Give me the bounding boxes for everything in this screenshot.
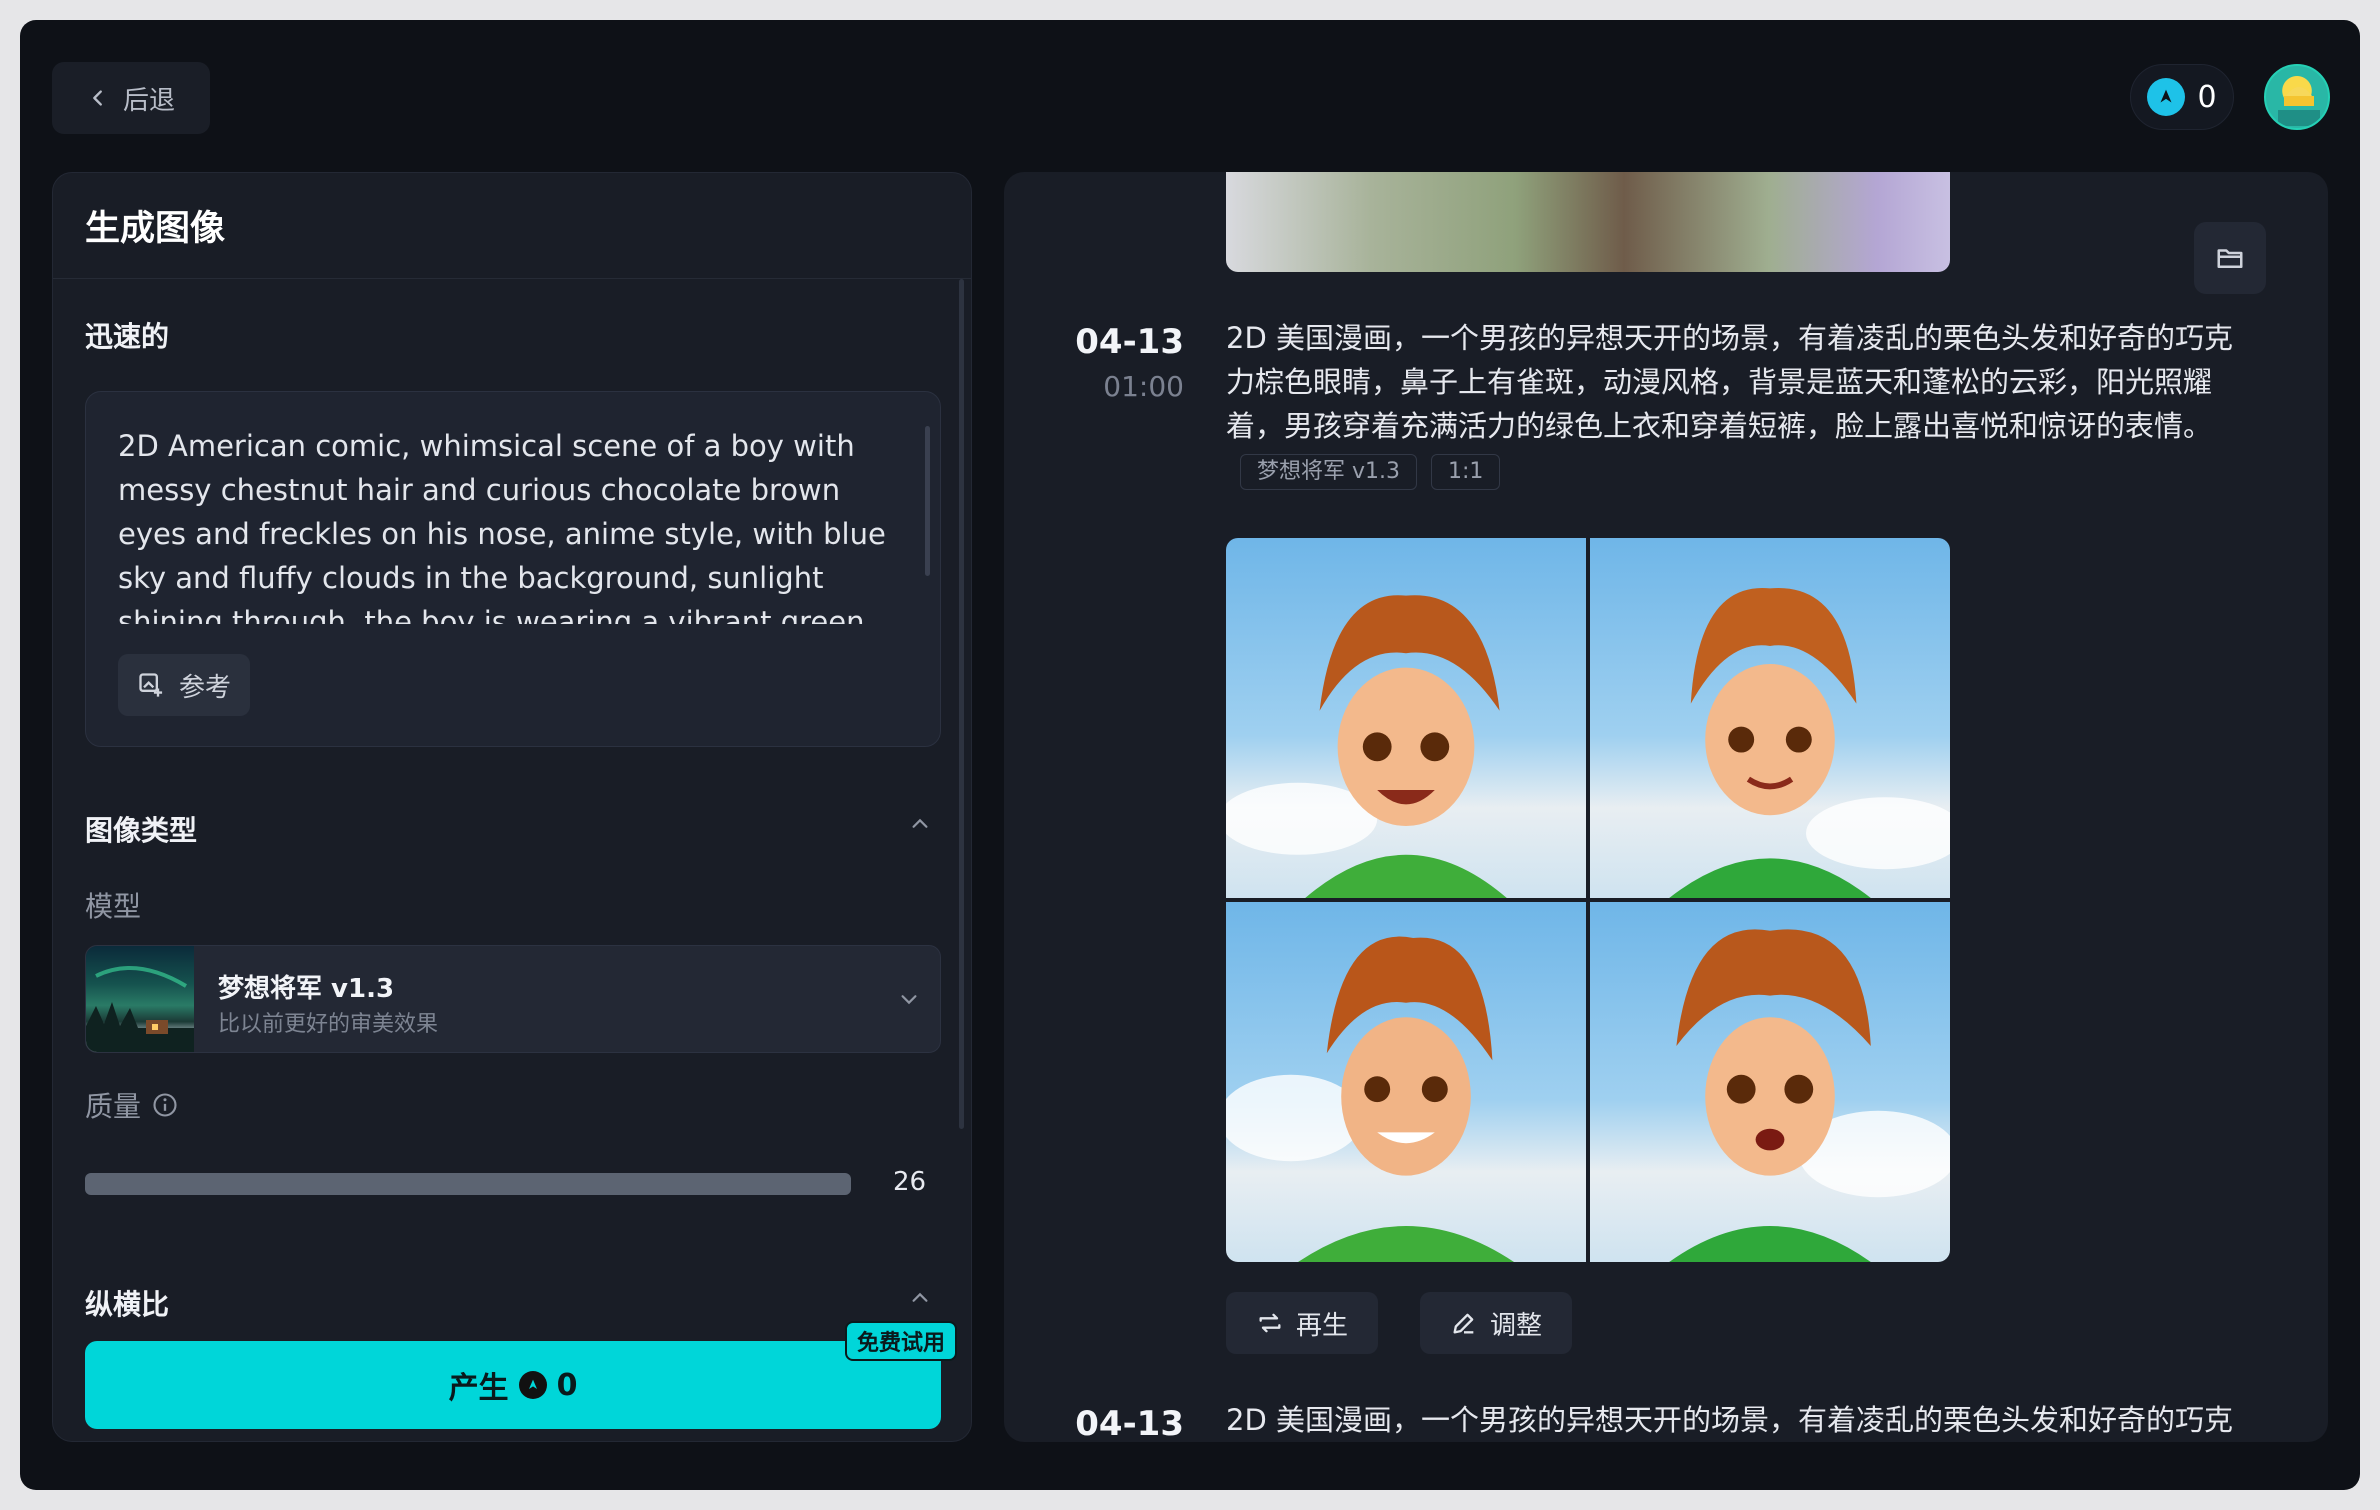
generate-cost: 0: [556, 1367, 578, 1403]
regenerate-button[interactable]: 再生: [1226, 1292, 1379, 1354]
model-description: 比以前更好的审美效果: [218, 1012, 439, 1037]
model-thumbnail: [86, 946, 194, 1052]
panel-title: 生成图像: [53, 173, 971, 279]
back-label: 后退: [122, 85, 175, 116]
chevron-up-icon[interactable]: [909, 813, 931, 835]
history-feed: 04-13 01:00 2D 美国漫画，一个男孩的异想天开的场景，有着凌乱的栗色…: [1004, 172, 2328, 1442]
aspect-ratio-label: 纵横比: [85, 1288, 170, 1321]
credits-counter[interactable]: 0: [2130, 64, 2234, 130]
prompt-section-label: 迅速的: [85, 320, 170, 353]
result-image-4[interactable]: [1590, 902, 1950, 1262]
image-type-label: 图像类型: [85, 814, 198, 847]
model-name: 梦想将军 v1.3: [218, 974, 395, 1004]
info-icon[interactable]: [151, 1091, 179, 1119]
regenerate-label: 再生: [1296, 1310, 1349, 1341]
generate-button[interactable]: 产生 0: [85, 1341, 941, 1429]
credit-icon: [518, 1371, 547, 1399]
quality-label: 质量: [85, 1085, 179, 1125]
entry-time: 01:00: [1103, 370, 1184, 403]
credit-icon: [2147, 78, 2186, 116]
entry-date: 04-13: [1075, 322, 1184, 362]
generate-panel: 生成图像 迅速的 2D American comic, whimsical sc…: [52, 172, 972, 1442]
quality-slider[interactable]: [85, 1173, 851, 1195]
model-selector[interactable]: 梦想将军 v1.3 比以前更好的审美效果: [85, 945, 941, 1053]
reference-button[interactable]: 参考: [118, 654, 250, 716]
folder-button[interactable]: [2194, 222, 2266, 294]
user-avatar[interactable]: [2264, 64, 2330, 130]
add-image-icon: [139, 673, 163, 697]
model-tag: 梦想将军 v1.3: [1240, 454, 1418, 490]
entry-description-text: 2D 美国漫画，一个男孩的异想天开的场景，有着凌乱的栗色头发和好奇的巧克力棕色眼…: [1226, 321, 2234, 443]
prompt-text[interactable]: 2D American comic, whimsical scene of a …: [118, 424, 898, 624]
model-label: 模型: [85, 885, 141, 925]
adjust-label: 调整: [1490, 1310, 1543, 1341]
ratio-tag: 1:1: [1431, 454, 1501, 490]
credits-value: 0: [2197, 79, 2217, 115]
chevron-up-icon[interactable]: [909, 1287, 931, 1309]
model-label-text: 模型: [85, 890, 142, 923]
result-image-1[interactable]: [1226, 538, 1586, 898]
adjust-button[interactable]: 调整: [1420, 1292, 1573, 1354]
app-window: 后退 0 生成图像 迅速的 2D American comic, whimsic…: [20, 20, 2360, 1490]
entry-description: 2D 美国漫画，一个男孩的异想天开的场景，有着凌乱的栗色头发和好奇的巧克力棕色眼…: [1226, 316, 2256, 492]
entry-date: 04-13: [1075, 1404, 1184, 1442]
repeat-icon: [1259, 1313, 1281, 1333]
quality-label-text: 质量: [85, 1090, 142, 1123]
panel-scrollbar[interactable]: [959, 279, 964, 1129]
entry-description-text: 2D 美国漫画，一个男孩的异想天开的场景，有着凌乱的栗色头发和好奇的巧克力棕色眼…: [1226, 1403, 2234, 1437]
entry-description: 2D 美国漫画，一个男孩的异想天开的场景，有着凌乱的栗色头发和好奇的巧克力棕色眼…: [1226, 1398, 2256, 1442]
previous-result-image[interactable]: [1226, 172, 1950, 272]
prompt-scrollbar[interactable]: [925, 426, 930, 576]
quality-value: 26: [893, 1167, 927, 1197]
folder-icon: [2217, 249, 2243, 268]
generate-label: 产生: [448, 1371, 509, 1406]
reference-label: 参考: [178, 672, 231, 703]
chevron-down-icon: [901, 995, 917, 1005]
chevron-left-icon: [93, 90, 102, 106]
result-image-3[interactable]: [1226, 902, 1586, 1262]
edit-icon: [1453, 1313, 1474, 1334]
result-image-2[interactable]: [1590, 538, 1950, 898]
free-trial-badge: 免费试用: [845, 1321, 958, 1361]
back-button[interactable]: 后退: [52, 62, 210, 134]
result-image-grid: [1226, 538, 1950, 1262]
prompt-input[interactable]: 2D American comic, whimsical scene of a …: [85, 391, 941, 747]
